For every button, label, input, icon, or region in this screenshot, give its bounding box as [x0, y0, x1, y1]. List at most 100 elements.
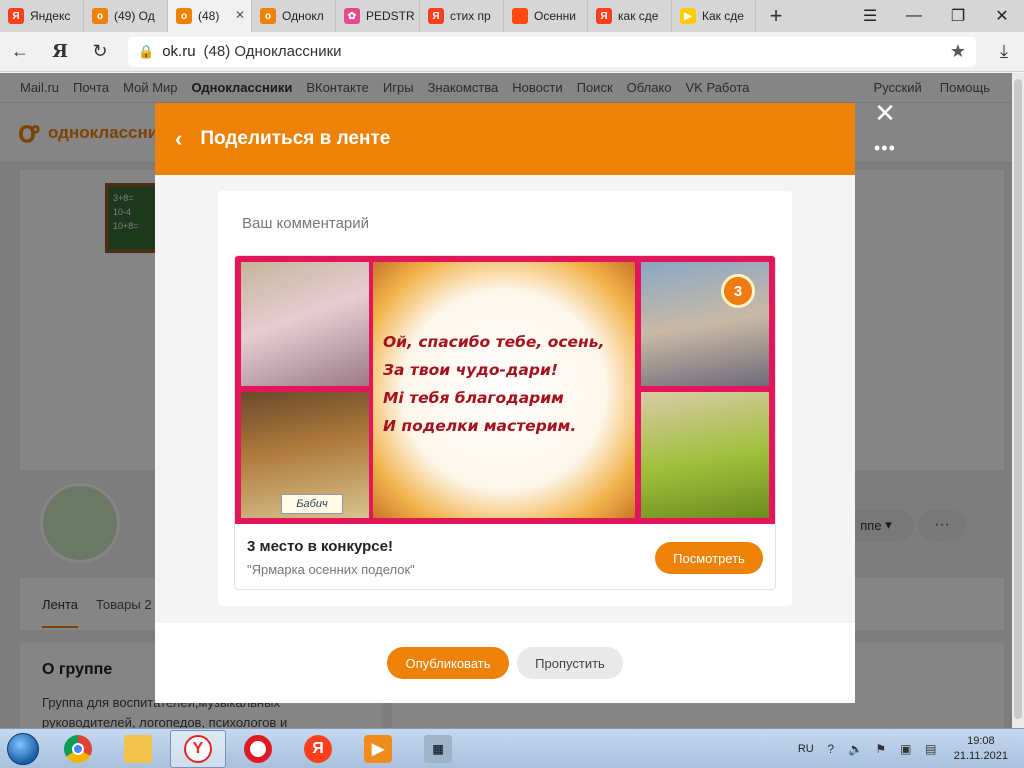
publish-button[interactable]: Опубликовать: [387, 647, 509, 679]
clock-time: 19:08: [967, 734, 995, 747]
poem-line: За твои чудо-дари!: [383, 361, 558, 379]
window-controls: ☰ — ❐ ✕: [848, 0, 1024, 32]
tab-label: (48): [198, 9, 220, 23]
play-icon: ▶: [364, 734, 392, 763]
page-scrollbar[interactable]: [1012, 73, 1024, 728]
opera-taskbar-button[interactable]: [230, 730, 286, 768]
help-icon[interactable]: ?: [823, 742, 839, 756]
browser-tab[interactable]: Осенни: [504, 0, 588, 32]
craft-nametag: Бабич: [281, 494, 343, 514]
restore-button[interactable]: ❐: [936, 0, 980, 32]
close-window-button[interactable]: ✕: [980, 0, 1024, 32]
tab-label: Однокл: [282, 9, 324, 23]
address-bar: ← Я ↻ 🔒 ok.ru (48) Одноклассники ★ ⤓: [0, 32, 1024, 72]
network-icon[interactable]: ▣: [898, 742, 914, 756]
flag-icon[interactable]: ⚑: [873, 742, 889, 756]
calculator-icon: ▦: [424, 734, 452, 763]
browser-tab[interactable]: Якак сде: [588, 0, 672, 32]
tab-label: Осенни: [534, 9, 576, 23]
post-image-collage: Бабич Ой, спасибо тебе, осень, За твои ч…: [235, 256, 775, 524]
view-button[interactable]: Посмотреть: [655, 542, 763, 574]
yandex-icon: Я: [428, 8, 444, 24]
poem-line: И поделки мастерим.: [383, 417, 577, 435]
chrome-taskbar-button[interactable]: [50, 730, 106, 768]
yandex-browser-icon: Y: [184, 734, 212, 763]
photo-girl-potato-craft: [641, 392, 769, 518]
share-composer: Ваш комментарий Бабич Ой, спасибо тебе, …: [218, 191, 792, 606]
explorer-taskbar-button[interactable]: [110, 730, 166, 768]
odnoklassniki-icon: о: [176, 8, 192, 24]
share-dialog: ‹ Поделиться в ленте Ваш комментарий Баб…: [155, 103, 855, 703]
download-icon[interactable]: ⤓: [984, 32, 1024, 72]
close-icon[interactable]: ✕: [870, 98, 900, 128]
reload-icon[interactable]: ↻: [80, 32, 120, 72]
comment-input[interactable]: Ваш комментарий: [242, 215, 369, 232]
folder-icon: [124, 734, 152, 763]
windows-logo-icon: [7, 732, 39, 765]
browser-tab[interactable]: Ястих пр: [420, 0, 504, 32]
skip-button[interactable]: Пропустить: [517, 647, 623, 679]
pedstrana-icon: ✿: [344, 8, 360, 24]
back-chevron-icon[interactable]: ‹: [175, 126, 182, 152]
clock-date: 21.11.2021: [953, 749, 1008, 762]
windows-taskbar: Y Я ▶ ▦ RU ? 🔈 ⚑ ▣ ▤ 19:08 21.11.2021: [0, 728, 1024, 768]
browser-tab[interactable]: ✿ PEDSTR: [336, 0, 420, 32]
yandex-home-icon[interactable]: Я: [40, 32, 80, 72]
yandex-browser-taskbar-button[interactable]: Y: [170, 729, 226, 768]
url-field[interactable]: 🔒 ok.ru (48) Одноклассники ★: [128, 36, 976, 67]
poem-line: Мі тебя благодарим: [383, 389, 564, 407]
yandex-icon: Я: [304, 734, 332, 763]
autumn-poem: Ой, спасибо тебе, осень, За твои чудо-да…: [383, 328, 633, 440]
photo-girl-autumn: [241, 262, 369, 386]
input-language[interactable]: RU: [798, 743, 814, 755]
tab-label: стих пр: [450, 9, 491, 23]
back-arrow-icon[interactable]: ←: [0, 32, 40, 72]
square-orange-icon: [512, 8, 528, 24]
dialog-body: Ваш комментарий Бабич Ой, спасибо тебе, …: [155, 175, 855, 623]
system-tray: RU ? 🔈 ⚑ ▣ ▤ 19:08 21.11.2021: [798, 734, 1024, 764]
bookmark-star-icon[interactable]: ★: [950, 41, 966, 62]
page-title: (48) Одноклассники: [203, 43, 342, 60]
post-title: 3 место в конкурсе!: [247, 538, 393, 555]
yandex-taskbar-button[interactable]: Я: [290, 730, 346, 768]
odnoklassniki-icon: о: [260, 8, 276, 24]
close-tab-icon[interactable]: ✕: [235, 8, 245, 22]
place-badge: 3: [721, 274, 755, 308]
lock-icon: 🔒: [138, 43, 155, 59]
browser-tab[interactable]: о Однокл: [252, 0, 336, 32]
start-button[interactable]: [0, 729, 46, 768]
dialog-title: Поделиться в ленте: [200, 128, 391, 149]
tab-label: Яндекс: [30, 9, 71, 23]
browser-tab[interactable]: о (49) Од: [84, 0, 168, 32]
menu-icon[interactable]: ☰: [848, 0, 892, 32]
browser-tab[interactable]: Я Яндекс: [0, 0, 84, 32]
photo-basket-craft: Бабич: [241, 392, 369, 518]
shared-post-card[interactable]: Бабич Ой, спасибо тебе, осень, За твои ч…: [234, 255, 776, 590]
new-tab-button[interactable]: +: [756, 0, 796, 32]
browser-tab-strip: Я Яндекс о (49) Од о (48) ✕ о Однокл ✿ PEDSTR Ясти…: [0, 0, 1024, 32]
browser-tab[interactable]: ▶ Как сде: [672, 0, 756, 32]
browser-tab[interactable]: о (48) ✕: [168, 0, 252, 32]
dialog-footer: Опубликовать Пропустить: [155, 623, 855, 703]
minimize-button[interactable]: —: [892, 0, 936, 32]
tab-label: как сде: [618, 9, 659, 23]
post-subtitle: "Ярмарка осенних поделок": [247, 562, 415, 577]
chrome-icon: [64, 734, 92, 763]
url-domain: ok.ru: [162, 43, 196, 60]
display-icon[interactable]: ▤: [923, 742, 939, 756]
odnoklassniki-icon: о: [92, 8, 108, 24]
play-icon: ▶: [680, 8, 696, 24]
volume-icon[interactable]: 🔈: [848, 742, 864, 756]
poem-line: Ой, спасибо тебе, осень,: [383, 333, 605, 351]
yandex-icon: Я: [8, 8, 24, 24]
yandex-icon: Я: [596, 8, 612, 24]
more-dots-icon[interactable]: •••: [874, 138, 896, 159]
tab-label: Как сде: [702, 9, 744, 23]
clock[interactable]: 19:08 21.11.2021: [954, 734, 1008, 764]
tab-label: (49) Од: [114, 9, 155, 23]
media-player-taskbar-button[interactable]: ▶: [350, 730, 406, 768]
scrollbar-thumb[interactable]: [1014, 79, 1022, 719]
dialog-header: ‹ Поделиться в ленте: [155, 103, 855, 175]
calculator-taskbar-button[interactable]: ▦: [410, 730, 466, 768]
tab-label: PEDSTR: [366, 9, 415, 23]
